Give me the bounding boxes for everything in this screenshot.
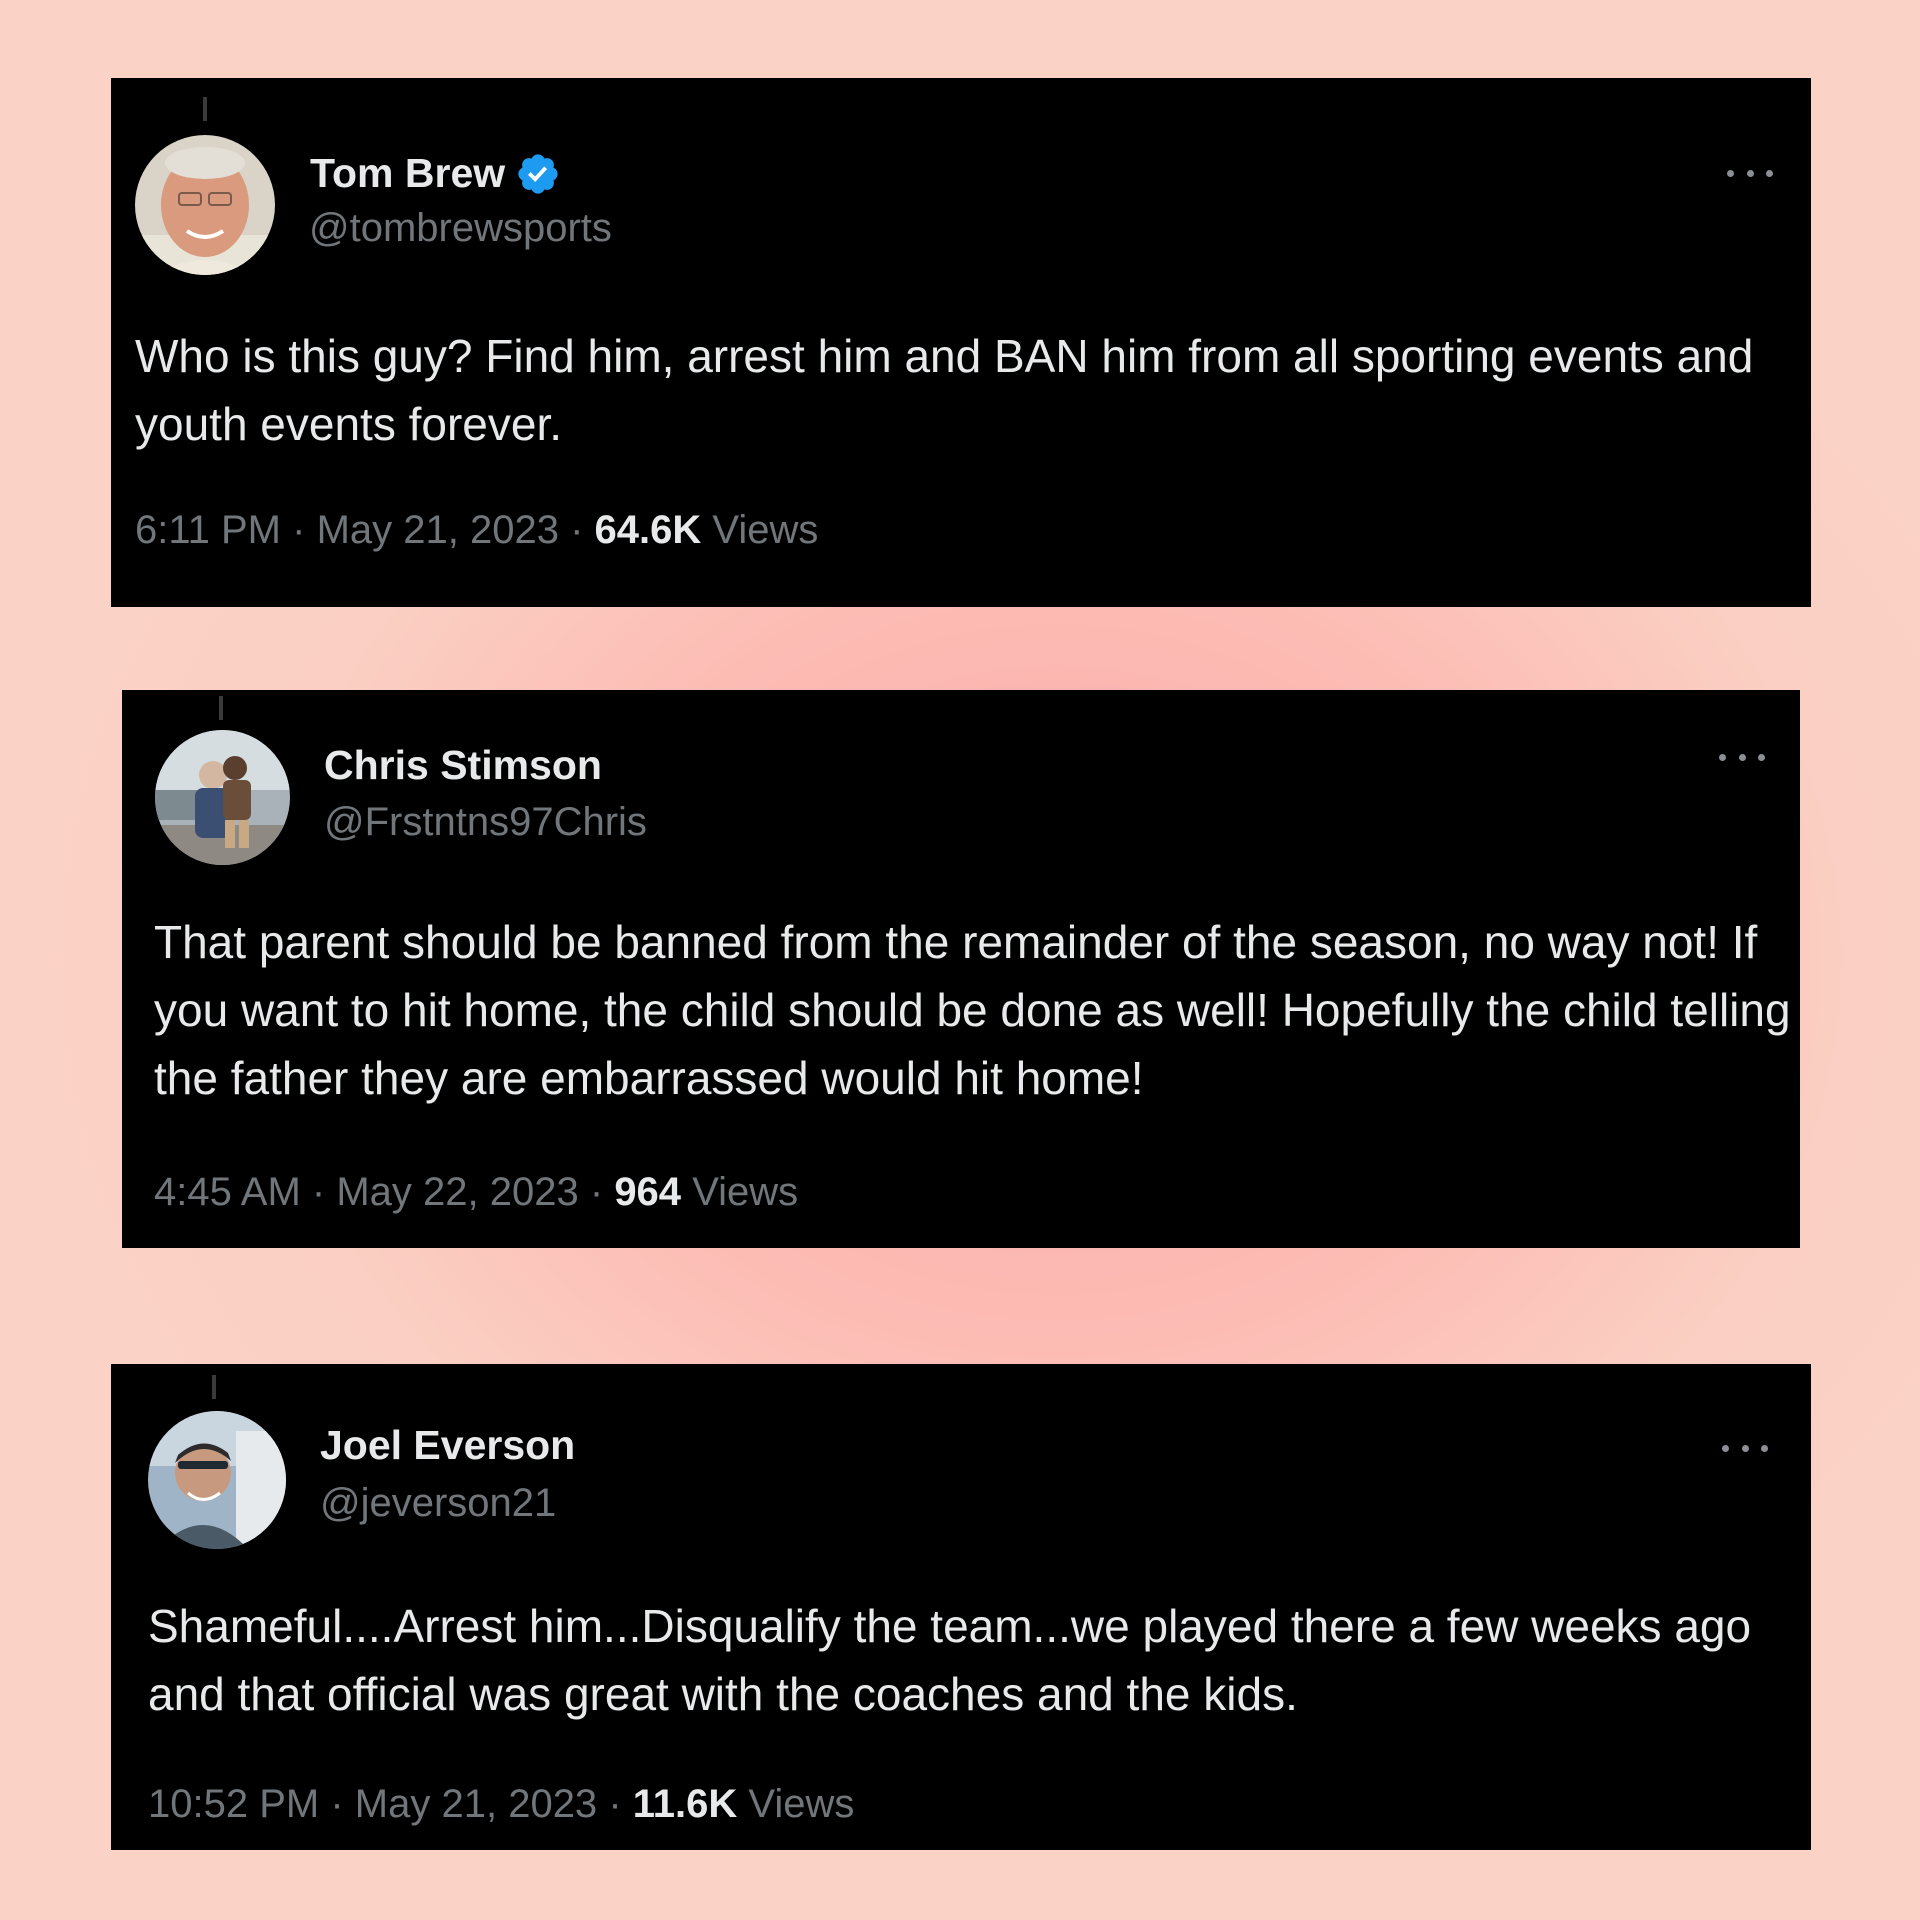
more-options-icon[interactable] (1722, 1441, 1768, 1455)
thread-connector-line (212, 1375, 216, 1399)
views-count: 11.6K (632, 1782, 738, 1826)
author-name[interactable]: Tom Brew (310, 150, 561, 197)
avatar[interactable] (155, 730, 290, 865)
meta-separator: · (608, 1782, 622, 1826)
views-label: Views (712, 508, 819, 552)
avatar[interactable] (148, 1411, 286, 1549)
tweet-date[interactable]: May 21, 2023 (317, 508, 559, 552)
tweet-time[interactable]: 4:45 AM (154, 1170, 301, 1214)
views-label: Views (692, 1170, 799, 1214)
tweet-text: That parent should be banned from the re… (154, 916, 1791, 1104)
more-options-icon[interactable] (1727, 166, 1773, 180)
meta-separator: · (311, 1170, 326, 1214)
tweet-card[interactable]: Chris Stimson @Frstntns97Chris That pare… (122, 690, 1800, 1248)
tweet-time[interactable]: 10:52 PM (148, 1782, 319, 1826)
verified-badge-icon (518, 153, 558, 194)
meta-separator: · (589, 1170, 604, 1214)
meta-separator: · (330, 1782, 344, 1826)
views-label: Views (748, 1782, 855, 1826)
thread-connector-line (203, 97, 207, 121)
tweet-meta: 4:45 AM · May 22, 2023 · 964 Views (154, 1170, 798, 1215)
more-options-icon[interactable] (1719, 750, 1765, 764)
views-count: 964 (614, 1170, 682, 1214)
tweet-time[interactable]: 6:11 PM (135, 508, 281, 552)
avatar[interactable] (135, 135, 275, 275)
views-count: 64.6K (594, 508, 702, 552)
tweet-meta: 10:52 PM · May 21, 2023 · 11.6K Views (148, 1782, 854, 1827)
tweet-text: Who is this guy? Find him, arrest him an… (135, 330, 1754, 450)
tweet-card[interactable]: Tom Brew @tombrewsports Who is this guy?… (111, 78, 1811, 607)
author-handle[interactable]: @jeverson21 (320, 1481, 556, 1526)
author-name-text: Chris Stimson (324, 742, 602, 788)
tweet-date[interactable]: May 22, 2023 (336, 1170, 578, 1214)
thread-connector-line (219, 696, 223, 720)
tweet-date[interactable]: May 21, 2023 (355, 1782, 597, 1826)
author-handle[interactable]: @tombrewsports (309, 206, 612, 251)
author-name-text: Joel Everson (320, 1422, 576, 1468)
meta-separator: · (292, 508, 306, 552)
author-name[interactable]: Joel Everson (320, 1422, 575, 1469)
tweet-card[interactable]: Joel Everson @jeverson21 Shameful....Arr… (111, 1364, 1811, 1850)
tweet-meta: 6:11 PM · May 21, 2023 · 64.6K Views (135, 508, 818, 553)
author-name[interactable]: Chris Stimson (324, 742, 602, 789)
meta-separator: · (570, 508, 584, 552)
author-name-text: Tom Brew (310, 150, 506, 196)
tweet-text: Shameful....Arrest him...Disqualify the … (148, 1600, 1752, 1720)
author-handle[interactable]: @Frstntns97Chris (324, 800, 647, 845)
